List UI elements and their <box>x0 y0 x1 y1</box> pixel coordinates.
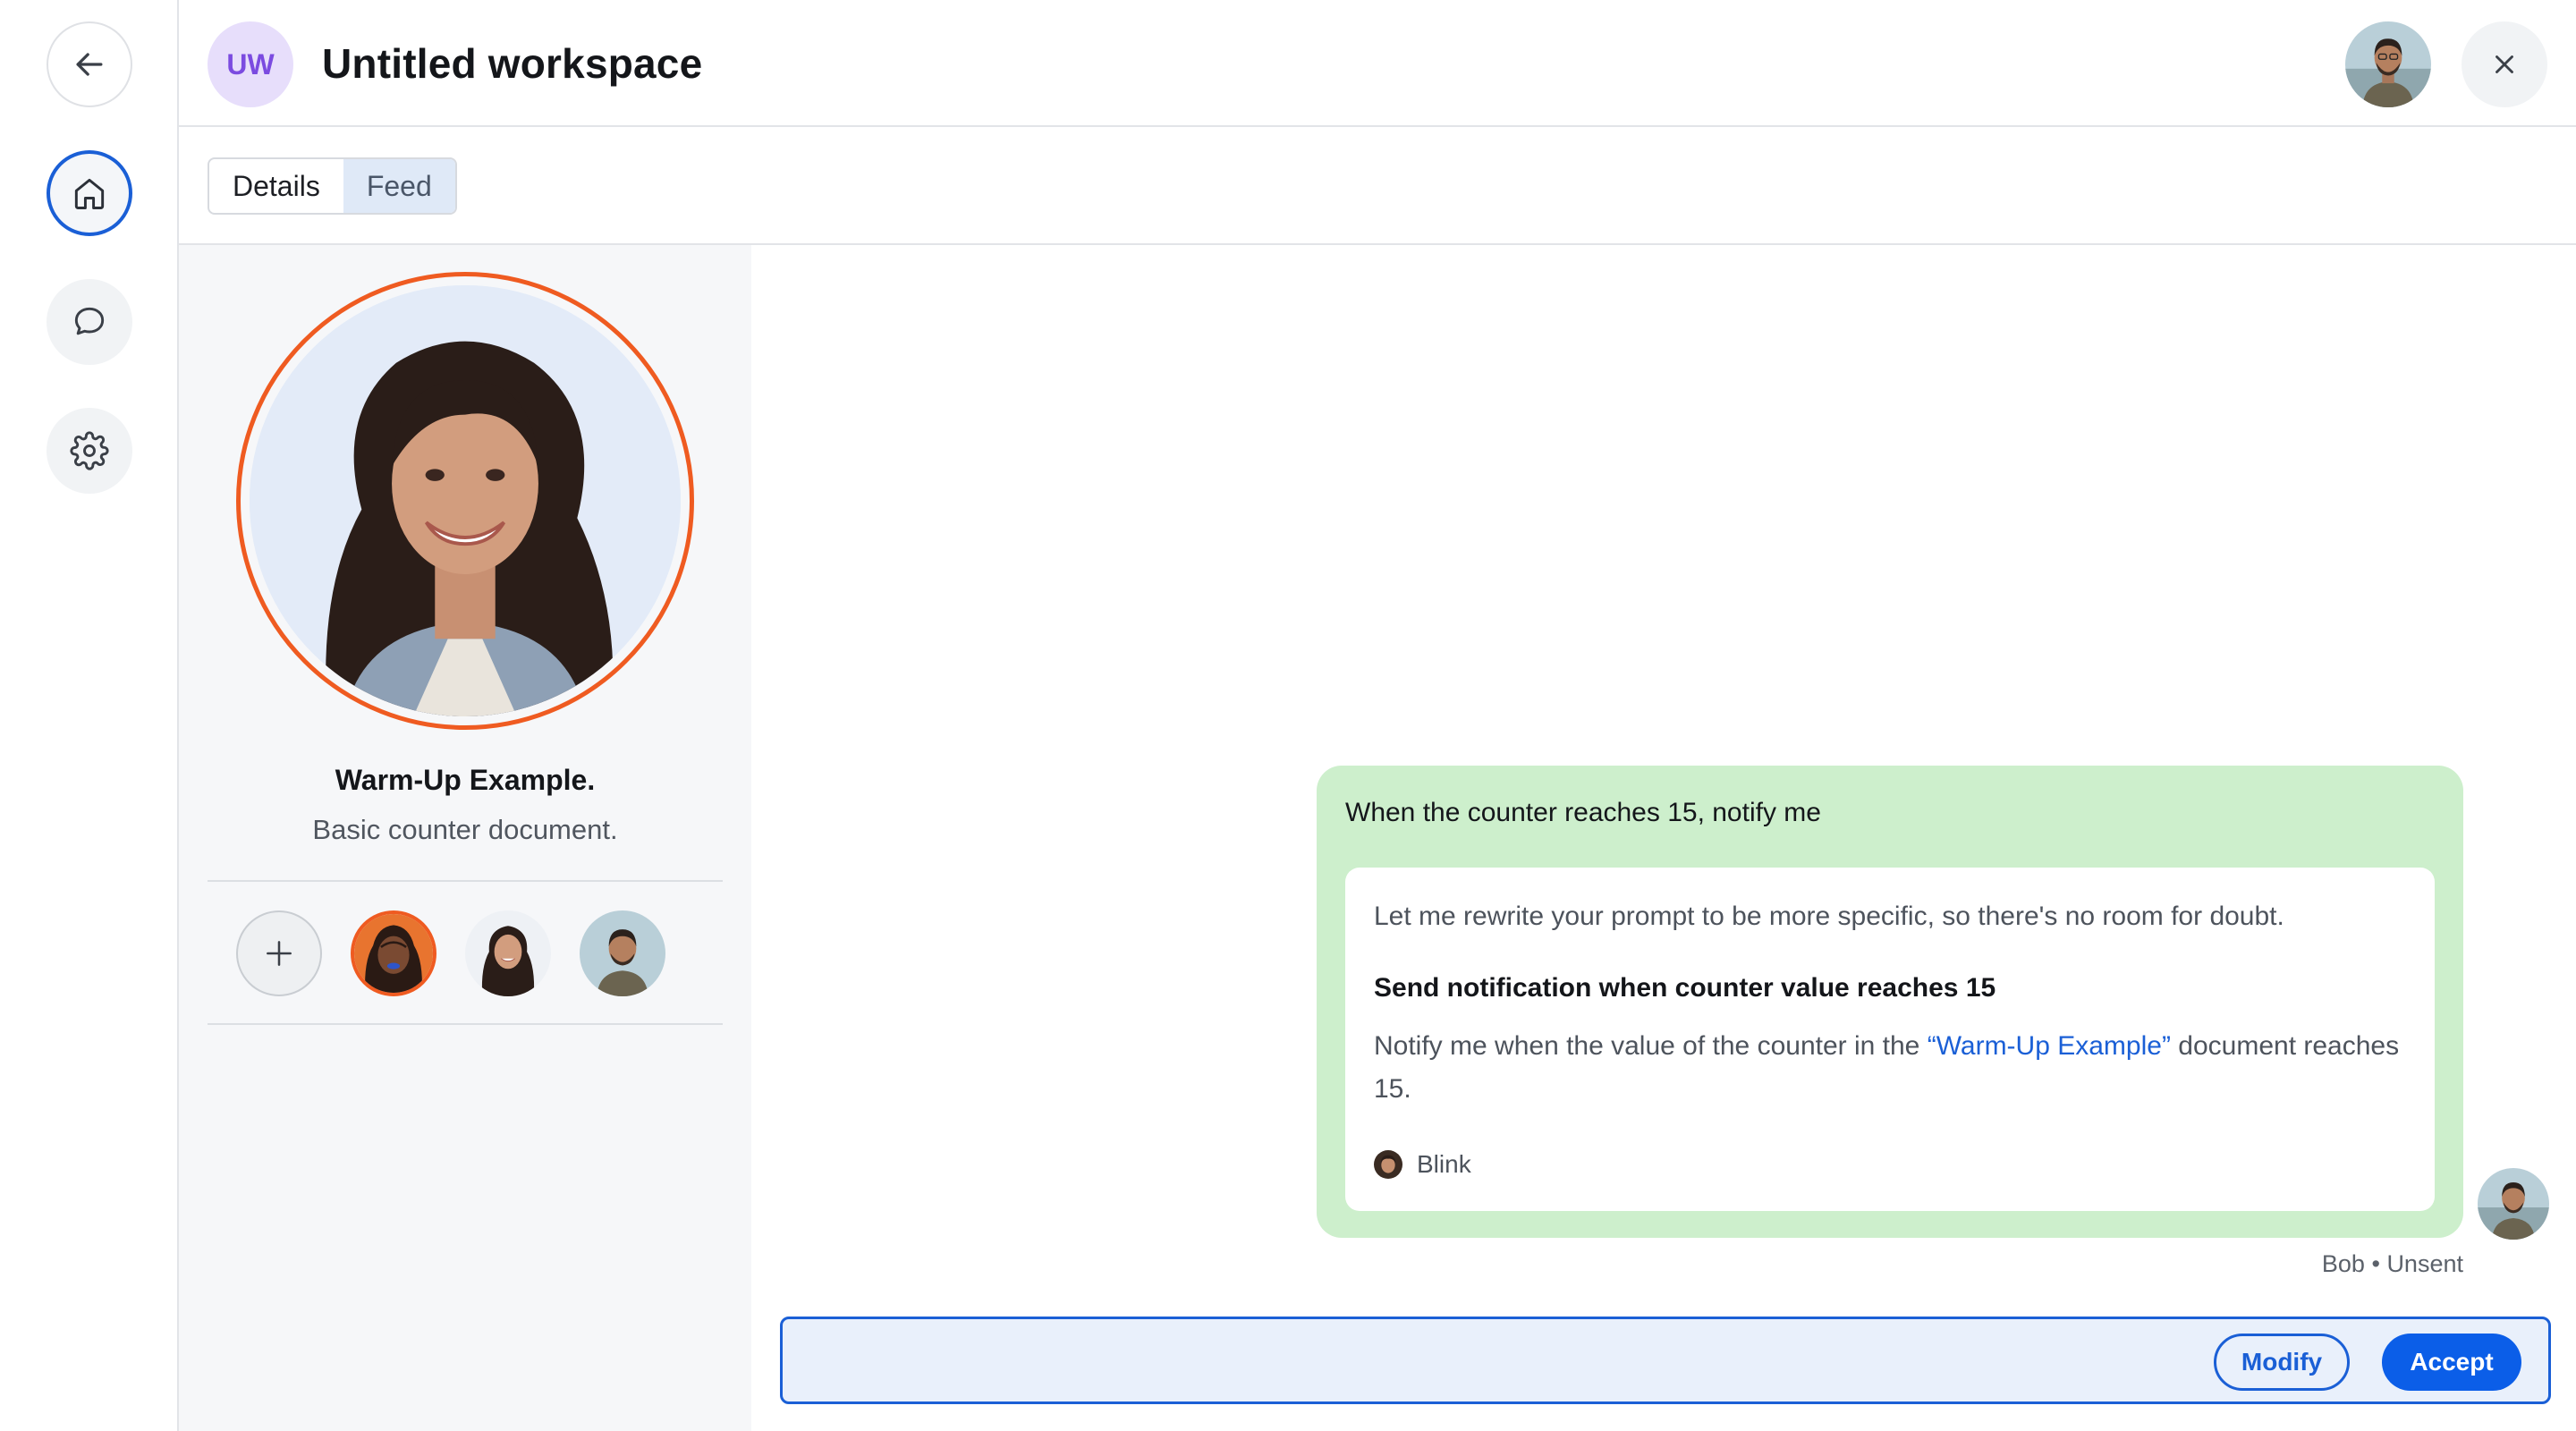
document-avatar-ring <box>236 272 694 730</box>
document-info-panel: Warm-Up Example. Basic counter document. <box>179 245 751 1431</box>
rewrite-suggestion-card: Let me rewrite your prompt to be more sp… <box>1345 868 2435 1211</box>
home-button[interactable] <box>47 150 132 236</box>
member-avatar[interactable] <box>580 910 665 996</box>
sender-avatar-image <box>2478 1168 2549 1240</box>
member-avatar[interactable] <box>465 910 551 996</box>
author-avatar <box>1374 1150 1402 1179</box>
divider <box>208 1023 723 1025</box>
sender-name: Bob <box>2321 1250 2365 1277</box>
modify-button[interactable]: Modify <box>2214 1334 2350 1391</box>
author-name: Blink <box>1417 1150 1471 1178</box>
member-avatar-image <box>580 910 665 996</box>
document-avatar <box>250 285 681 716</box>
workspace-header: UW Untitled workspace <box>179 0 2576 127</box>
member-avatar[interactable] <box>351 910 436 996</box>
author-avatar-image <box>1374 1150 1402 1179</box>
gear-icon <box>70 431 109 470</box>
suggestion-body: Notify me when the value of the counter … <box>1374 1025 2411 1111</box>
arrow-left-icon <box>76 53 103 76</box>
message-bubble: When the counter reaches 15, notify me L… <box>1317 766 2463 1238</box>
meta-separator: • <box>2371 1250 2380 1277</box>
close-button[interactable] <box>2462 21 2547 107</box>
workspace-badge: UW <box>208 21 293 107</box>
chat-bubble-icon <box>74 307 105 335</box>
member-list <box>236 910 665 996</box>
suggestion-intro: Let me rewrite your prompt to be more sp… <box>1374 902 2284 931</box>
message-status: Bob • Unsent <box>2322 1250 2463 1278</box>
man-avatar-image <box>2345 21 2431 107</box>
woman-portrait-image <box>250 285 681 716</box>
back-button[interactable] <box>47 21 132 107</box>
add-member-button[interactable] <box>236 910 322 996</box>
member-avatar-image <box>465 910 551 996</box>
send-status: Unsent <box>2386 1250 2463 1277</box>
divider <box>208 880 723 882</box>
feed-panel: When the counter reaches 15, notify me L… <box>751 245 2576 1431</box>
member-avatar-image <box>354 914 433 993</box>
message-input-bar[interactable]: Modify Accept <box>780 1317 2551 1404</box>
tab-bar: Details Feed <box>179 127 2576 245</box>
document-subtitle: Basic counter document. <box>312 814 618 845</box>
home-icon <box>74 178 105 209</box>
chat-button[interactable] <box>47 279 132 365</box>
settings-button[interactable] <box>47 408 132 494</box>
message-prompt: When the counter reaches 15, notify me <box>1345 798 1821 827</box>
page-title[interactable]: Untitled workspace <box>322 39 702 88</box>
current-user-avatar[interactable] <box>2345 21 2431 107</box>
document-link[interactable]: “Warm-Up Example” <box>1928 1031 2171 1061</box>
tab-feed[interactable]: Feed <box>343 159 455 213</box>
plus-icon <box>267 941 292 966</box>
document-title: Warm-Up Example. <box>335 764 596 796</box>
close-icon <box>2496 55 2513 73</box>
suggestion-heading: Send notification when counter value rea… <box>1374 973 1996 1003</box>
sender-avatar[interactable] <box>2478 1168 2549 1240</box>
tab-details[interactable]: Details <box>209 159 343 213</box>
suggestion-author: Blink <box>1374 1150 1471 1179</box>
accept-button[interactable]: Accept <box>2382 1334 2521 1391</box>
left-rail <box>0 0 179 1431</box>
tab-group: Details Feed <box>208 157 457 215</box>
suggestion-body-text: Notify me when the value of the counter … <box>1374 1031 1928 1061</box>
